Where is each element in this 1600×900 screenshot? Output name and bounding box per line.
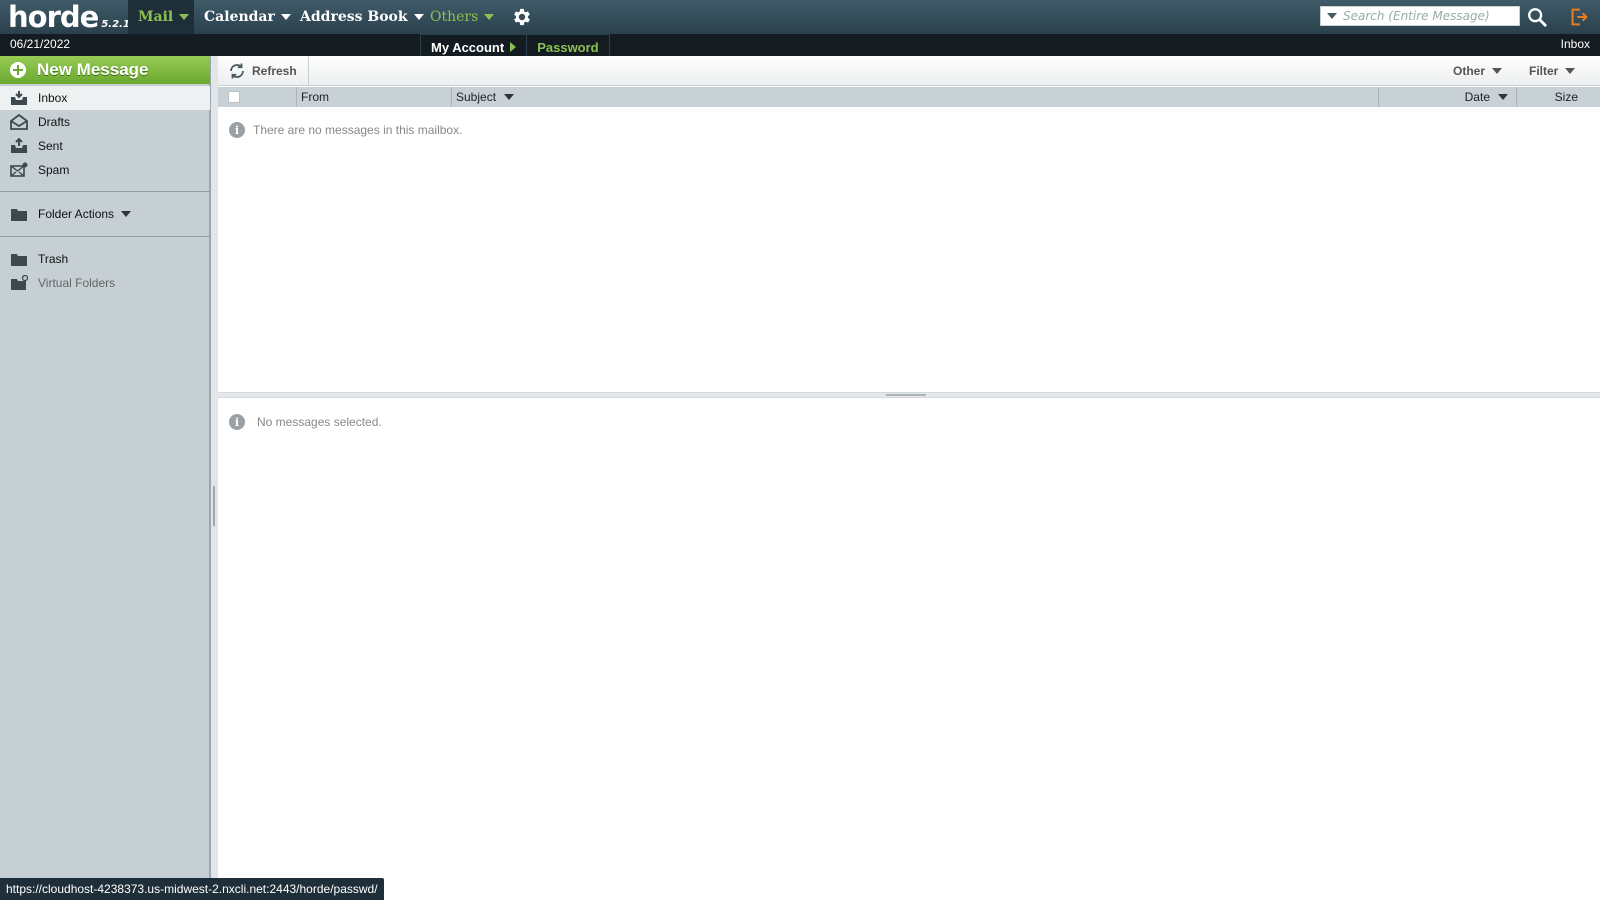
- search-icon[interactable]: [1526, 6, 1548, 28]
- sidebar-divider: [0, 236, 210, 237]
- no-selection-message: i No messages selected.: [229, 414, 382, 430]
- sidebar-divider: [0, 191, 210, 192]
- sidebar-item-inbox[interactable]: Inbox: [0, 86, 210, 110]
- refresh-label: Refresh: [252, 64, 297, 78]
- sidebar-item-label: Spam: [38, 163, 70, 177]
- sidebar-item-trash[interactable]: Trash: [0, 247, 210, 271]
- refresh-icon: [230, 63, 244, 79]
- message-list-toolbar: Refresh Other Filter: [218, 56, 1600, 86]
- chevron-down-icon: [179, 14, 190, 20]
- logo-text: horde: [8, 0, 99, 34]
- resize-grip: [213, 486, 215, 526]
- chevron-down-icon: [1492, 68, 1503, 74]
- column-from-label: From: [301, 90, 329, 104]
- link-status-bar: https://cloudhost-4238373.us-midwest-2.n…: [0, 878, 384, 900]
- current-date: 06/21/2022: [10, 37, 71, 51]
- menu-mail-label: Mail: [138, 9, 174, 25]
- column-header-subject[interactable]: Subject: [451, 87, 515, 107]
- column-header-from[interactable]: From: [296, 87, 451, 107]
- sidebar-item-label: Trash: [38, 252, 69, 266]
- column-header-date[interactable]: Date: [1378, 87, 1516, 107]
- status-subbar: 06/21/2022 Inbox: [0, 34, 1600, 56]
- logout-icon[interactable]: [1568, 6, 1590, 28]
- column-size-label: Size: [1554, 90, 1578, 104]
- menu-others-label: Others: [430, 9, 479, 25]
- sidebar-item-virtual-folders[interactable]: Virtual Folders: [0, 271, 210, 295]
- refresh-button[interactable]: Refresh: [218, 56, 309, 86]
- menu-address-book[interactable]: Address Book: [290, 0, 434, 34]
- message-list-header: From Subject Date Size: [218, 87, 1600, 107]
- sidebar: New Message Inbox Drafts Sent Spam Folde…: [0, 56, 210, 900]
- submenu-password-label: Password: [537, 39, 599, 55]
- submenu-my-account-label: My Account: [431, 39, 505, 55]
- top-navigation-bar: horde 5.2.17 Mail Calendar Address Book …: [0, 0, 1600, 34]
- folder-icon: [11, 254, 27, 266]
- sidebar-item-spam[interactable]: Spam: [0, 158, 210, 182]
- sent-icon: [11, 138, 27, 153]
- empty-mailbox-message: i There are no messages in this mailbox.: [229, 122, 462, 138]
- new-message-button[interactable]: New Message: [0, 56, 210, 84]
- search-box[interactable]: [1320, 6, 1520, 26]
- menu-others[interactable]: Others: [420, 0, 504, 34]
- filter-label: Filter: [1529, 64, 1559, 78]
- other-label: Other: [1453, 64, 1486, 78]
- menu-address-book-label: Address Book: [300, 9, 408, 25]
- sidebar-item-label: Sent: [38, 139, 63, 153]
- column-date-label: Date: [1464, 90, 1490, 104]
- plus-icon: [10, 62, 26, 78]
- menu-calendar[interactable]: Calendar: [194, 0, 301, 34]
- search-input[interactable]: [1343, 9, 1513, 23]
- sort-chevron-down-icon: [1498, 94, 1508, 100]
- chevron-down-icon: [121, 211, 132, 217]
- sidebar-item-label: Drafts: [38, 115, 71, 129]
- chevron-down-icon: [484, 14, 495, 20]
- select-all-checkbox[interactable]: [228, 91, 240, 103]
- chevron-down-icon: [1565, 68, 1576, 74]
- menu-mail[interactable]: Mail: [128, 0, 194, 34]
- status-url: https://cloudhost-4238373.us-midwest-2.n…: [6, 882, 378, 896]
- filter-menu-button[interactable]: Filter: [1529, 56, 1576, 86]
- horde-logo[interactable]: horde 5.2.17: [8, 0, 137, 34]
- inbox-icon: [11, 91, 27, 105]
- sidebar-item-sent[interactable]: Sent: [0, 134, 210, 158]
- folder-icon: [11, 209, 27, 221]
- no-selection-text: No messages selected.: [257, 415, 382, 429]
- empty-mailbox-text: There are no messages in this mailbox.: [253, 123, 463, 137]
- sidebar-item-label: Virtual Folders: [38, 276, 116, 290]
- preview-resize-handle[interactable]: [218, 392, 1600, 398]
- sort-chevron-down-icon: [504, 94, 515, 100]
- info-icon: i: [229, 122, 245, 138]
- resize-grip: [886, 394, 926, 396]
- spam-icon: [10, 162, 28, 177]
- column-subject-label: Subject: [456, 90, 497, 104]
- search-scope-dropdown-icon[interactable]: [1327, 13, 1337, 19]
- menu-calendar-label: Calendar: [204, 9, 275, 25]
- gear-icon[interactable]: [511, 6, 533, 28]
- folder-actions-label: Folder Actions: [38, 207, 115, 221]
- info-icon: i: [229, 414, 245, 430]
- sidebar-resize-handle[interactable]: [210, 56, 218, 900]
- virtual-folder-icon: [11, 275, 28, 290]
- new-message-label: New Message: [37, 60, 149, 79]
- current-mailbox-label: Inbox: [1560, 37, 1590, 51]
- drafts-icon: [10, 114, 28, 130]
- sidebar-item-drafts[interactable]: Drafts: [0, 110, 210, 134]
- sidebar-item-label: Inbox: [38, 91, 68, 105]
- chevron-right-icon: [510, 42, 517, 52]
- column-header-size[interactable]: Size: [1516, 87, 1600, 107]
- other-menu-button[interactable]: Other: [1453, 56, 1503, 86]
- folder-actions-button[interactable]: Folder Actions: [0, 202, 210, 226]
